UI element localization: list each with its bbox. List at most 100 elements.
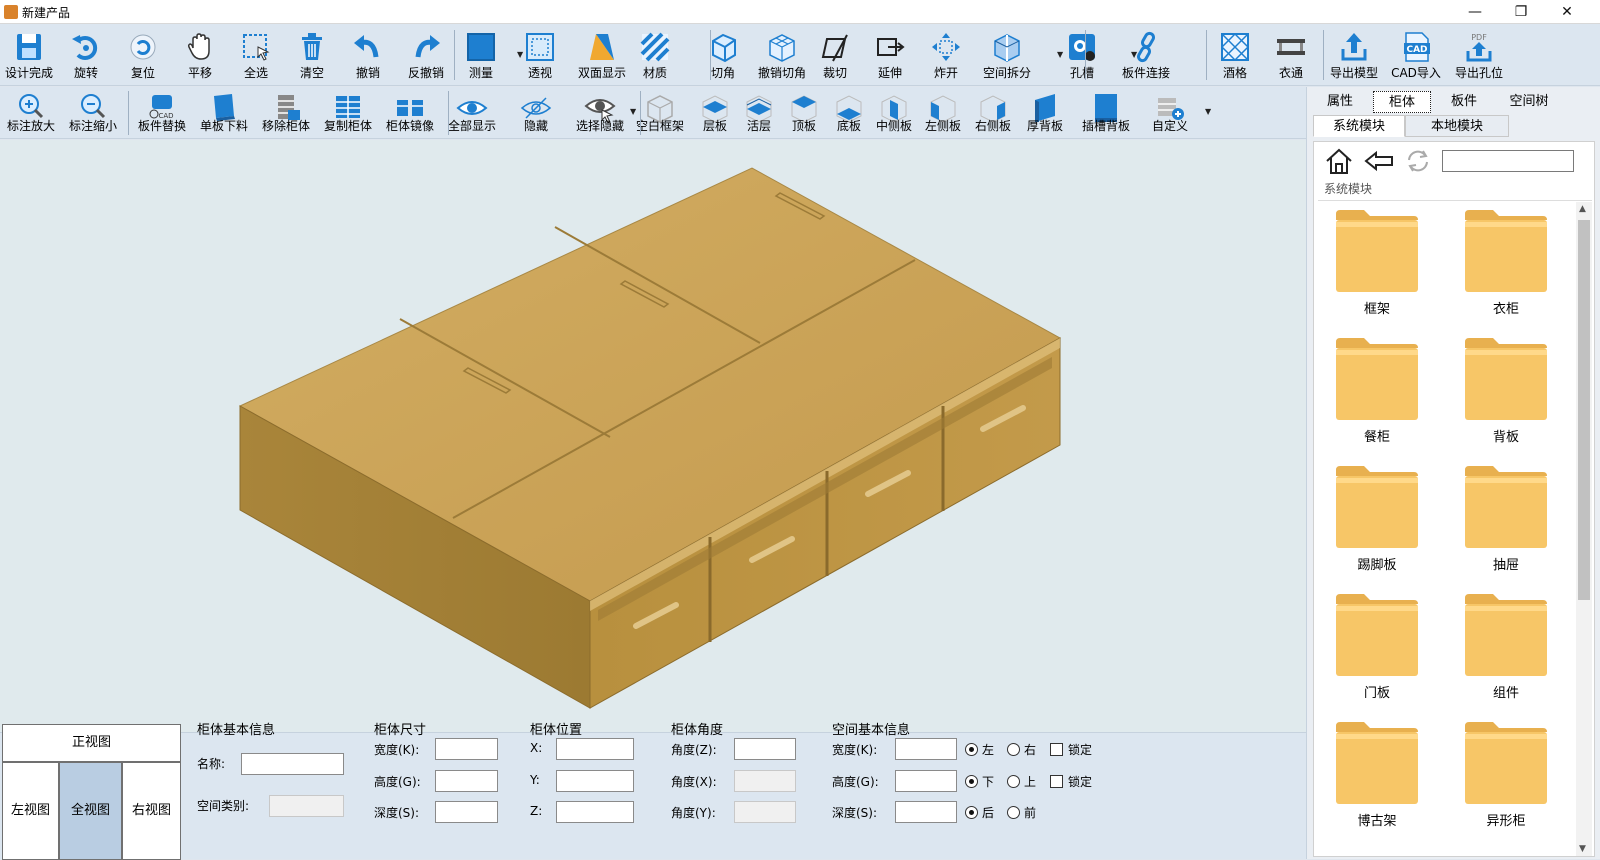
tab-panels[interactable]: 板件 xyxy=(1435,91,1493,113)
zoom-in-label-button[interactable]: 标注放大 xyxy=(2,89,60,137)
right-side-button[interactable]: 右侧板 xyxy=(965,89,1021,137)
tab-space-tree[interactable]: 空间树 xyxy=(1497,91,1561,113)
reset-button[interactable]: 复位 xyxy=(120,28,166,84)
subtab-local-modules[interactable]: 本地模块 xyxy=(1405,115,1509,137)
folder-item[interactable]: 抽屉 xyxy=(1461,462,1551,573)
extend-button[interactable]: 延伸 xyxy=(867,28,913,84)
radio-left[interactable] xyxy=(965,743,978,756)
zoom-out-label-button[interactable]: 标注缩小 xyxy=(64,89,122,137)
front-view-button[interactable]: 正视图 xyxy=(2,724,181,762)
space-width-input[interactable] xyxy=(895,738,957,760)
panel-replace-button[interactable]: CAD 板件替换 xyxy=(132,89,192,137)
3d-viewport[interactable] xyxy=(0,140,1306,732)
pos-x-input[interactable] xyxy=(556,738,634,760)
subtab-system-modules[interactable]: 系统模块 xyxy=(1313,115,1405,137)
material-button[interactable]: 材质 xyxy=(632,28,678,84)
rotate-button[interactable]: 旋转 xyxy=(63,28,109,84)
minimize-button[interactable]: — xyxy=(1452,0,1498,24)
mirror-cabinet-button[interactable]: 柜体镜像 xyxy=(380,89,440,137)
radio-right[interactable] xyxy=(1007,743,1020,756)
panel-connect-button[interactable]: 板件连接 xyxy=(1111,28,1181,84)
full-view-button[interactable]: 全视图 xyxy=(59,762,122,860)
space-depth-input[interactable] xyxy=(895,801,957,823)
tab-cabinet[interactable]: 柜体 xyxy=(1373,91,1431,113)
pan-button[interactable]: 平移 xyxy=(177,28,223,84)
hole-slot-button[interactable]: 孔槽 xyxy=(1059,28,1105,84)
scroll-down-icon[interactable]: ▼ xyxy=(1579,844,1586,854)
thick-back-button[interactable]: 厚背板 xyxy=(1017,89,1073,137)
radio-down[interactable] xyxy=(965,775,978,788)
dropdown-arrow-icon[interactable]: ▼ xyxy=(1131,50,1137,59)
dropdown-arrow-icon[interactable]: ▼ xyxy=(1057,50,1063,59)
show-all-button[interactable]: 全部显示 xyxy=(442,89,502,137)
size-height-input[interactable] xyxy=(435,770,498,792)
bottom-board-button[interactable]: 底板 xyxy=(826,89,872,137)
folder-item[interactable]: 背板 xyxy=(1461,334,1551,445)
dropdown-arrow-icon[interactable]: ▼ xyxy=(1205,107,1211,116)
dropdown-arrow-icon[interactable]: ▼ xyxy=(630,107,636,116)
wine-rack-button[interactable]: 酒格 xyxy=(1215,28,1255,84)
module-scrollbar[interactable]: ▲ ▼ xyxy=(1576,202,1592,856)
pos-y-input[interactable] xyxy=(556,770,634,792)
module-search-input[interactable] xyxy=(1442,150,1574,172)
name-input[interactable] xyxy=(241,753,344,775)
clear-button[interactable]: 清空 xyxy=(289,28,335,84)
tab-properties[interactable]: 属性 xyxy=(1311,91,1369,113)
close-button[interactable]: ✕ xyxy=(1544,0,1590,24)
lock-checkbox-1[interactable] xyxy=(1050,743,1063,756)
folder-item[interactable]: 异形柜 xyxy=(1461,718,1551,829)
radio-front[interactable] xyxy=(1007,806,1020,819)
radio-back[interactable] xyxy=(965,806,978,819)
space-height-input[interactable] xyxy=(895,770,957,792)
radio-up[interactable] xyxy=(1007,775,1020,788)
single-board-button[interactable]: 单板下料 xyxy=(194,89,254,137)
measure-button[interactable]: 测量 xyxy=(459,28,503,84)
export-holes-button[interactable]: PDF 导出孔位 xyxy=(1451,28,1507,84)
movable-shelf-button[interactable]: 活层 xyxy=(736,89,782,137)
scroll-thumb[interactable] xyxy=(1578,220,1590,600)
explode-button[interactable]: 炸开 xyxy=(923,28,969,84)
left-side-button[interactable]: 左侧板 xyxy=(915,89,971,137)
folder-item[interactable]: 踢脚板 xyxy=(1332,462,1422,573)
select-hide-button[interactable]: 选择隐藏 xyxy=(570,89,630,137)
size-width-input[interactable] xyxy=(435,738,498,760)
dropdown-arrow-icon[interactable]: ▼ xyxy=(517,50,523,59)
hide-button[interactable]: 隐藏 xyxy=(510,89,562,137)
right-view-button[interactable]: 右视图 xyxy=(122,762,181,860)
folder-item[interactable]: 餐柜 xyxy=(1332,334,1422,445)
pos-z-input[interactable] xyxy=(556,801,634,823)
double-side-button[interactable]: 双面显示 xyxy=(572,28,632,84)
cut-corner-button[interactable]: 切角 xyxy=(700,28,746,84)
folder-item[interactable]: 衣柜 xyxy=(1461,206,1551,317)
remove-cabinet-button[interactable]: 移除柜体 xyxy=(256,89,316,137)
lock-checkbox-2[interactable] xyxy=(1050,775,1063,788)
copy-cabinet-button[interactable]: 复制柜体 xyxy=(318,89,378,137)
back-arrow-icon[interactable] xyxy=(1364,150,1394,172)
cad-import-button[interactable]: CAD CAD导入 xyxy=(1388,28,1444,84)
folder-item[interactable]: 框架 xyxy=(1332,206,1422,317)
folder-item[interactable]: 组件 xyxy=(1461,590,1551,701)
home-icon[interactable] xyxy=(1324,146,1354,176)
angle-z-input[interactable] xyxy=(734,738,796,760)
undo-button[interactable]: 撤销 xyxy=(345,28,391,84)
wardrobe-rail-button[interactable]: 衣通 xyxy=(1271,28,1311,84)
left-view-button[interactable]: 左视图 xyxy=(2,762,59,860)
redo-button[interactable]: 反撤销 xyxy=(401,28,451,84)
empty-frame-button[interactable]: 空白框架 xyxy=(630,89,690,137)
trim-button[interactable]: 裁切 xyxy=(812,28,858,84)
slot-back-button[interactable]: 插槽背板 xyxy=(1075,89,1137,137)
size-depth-input[interactable] xyxy=(435,801,498,823)
custom-button[interactable]: 自定义 xyxy=(1142,89,1198,137)
refresh-icon[interactable] xyxy=(1404,148,1432,174)
design-done-button[interactable]: 设计完成 xyxy=(4,28,54,84)
top-board-button[interactable]: 顶板 xyxy=(781,89,827,137)
shelf-button[interactable]: 层板 xyxy=(692,89,738,137)
select-all-button[interactable]: 全选 xyxy=(233,28,279,84)
space-split-button[interactable]: 空间拆分 xyxy=(976,28,1038,84)
folder-item[interactable]: 门板 xyxy=(1332,590,1422,701)
perspective-button[interactable]: 透视 xyxy=(517,28,563,84)
undo-cut-corner-button[interactable]: 撤销切角 xyxy=(751,28,813,84)
folder-item[interactable]: 博古架 xyxy=(1332,718,1422,829)
scroll-up-icon[interactable]: ▲ xyxy=(1579,204,1586,214)
middle-side-button[interactable]: 中侧板 xyxy=(871,89,917,137)
